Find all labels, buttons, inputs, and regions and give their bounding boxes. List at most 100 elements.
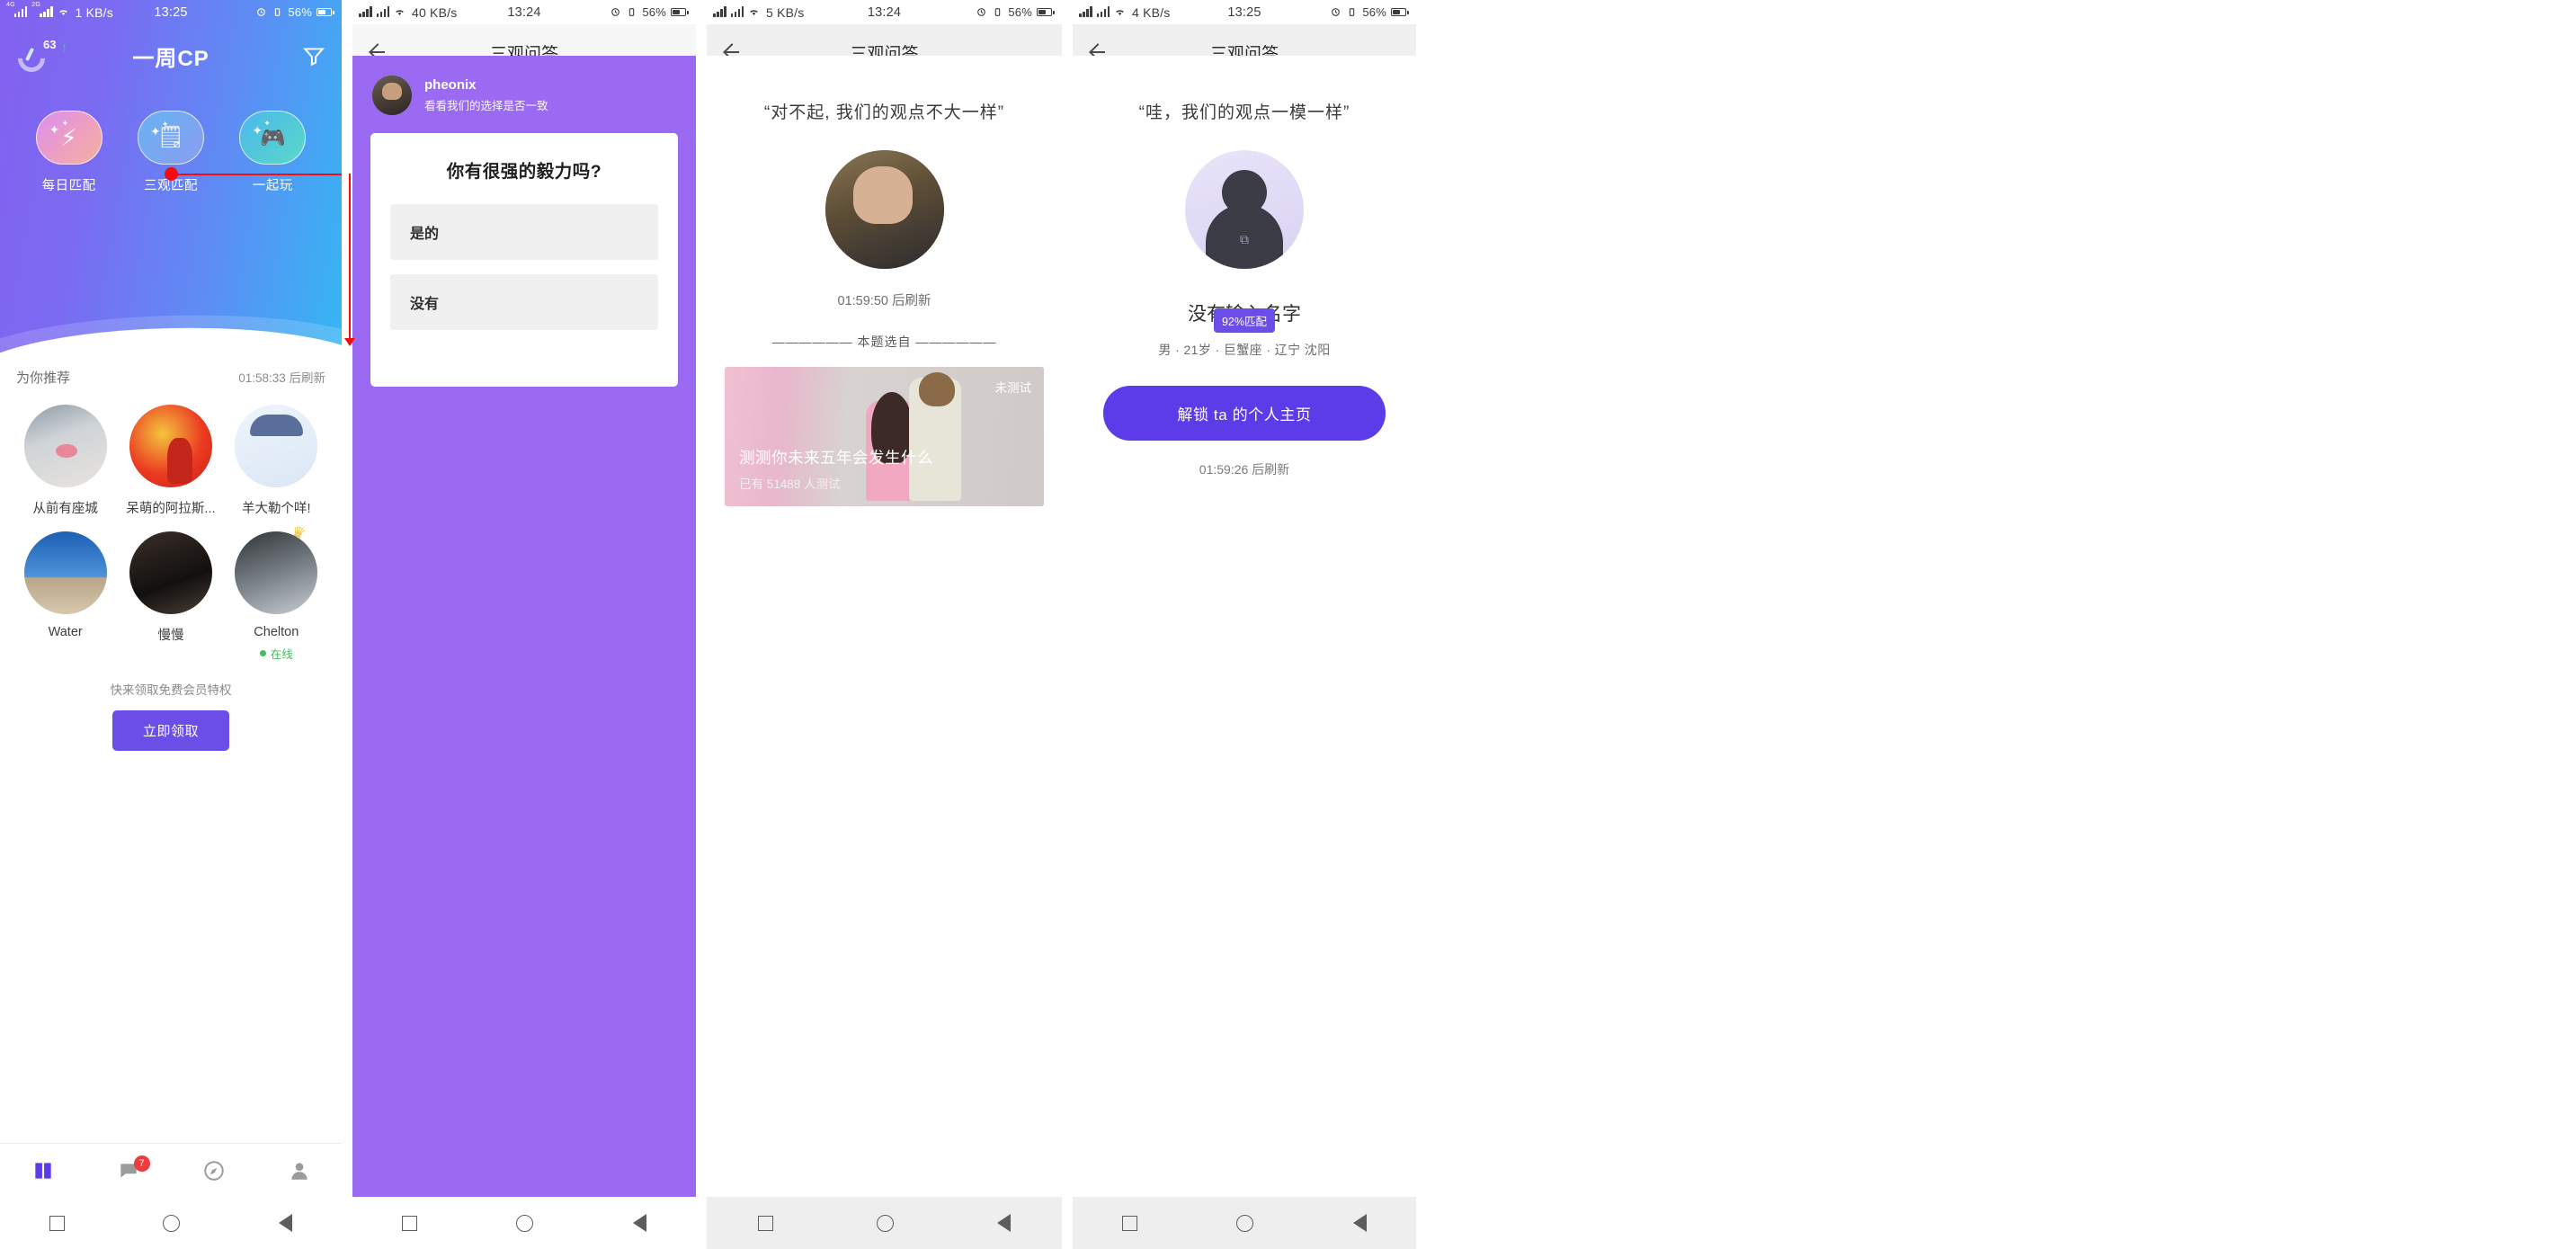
bottom-tab-bar: 7 (0, 1143, 342, 1197)
battery-percent: 56% (642, 5, 666, 19)
banner-title: 测测你未来五年会发生什么 (739, 449, 933, 467)
avatar[interactable] (23, 531, 107, 614)
vibrate-icon (275, 8, 281, 16)
annotation-arrow (344, 338, 355, 346)
annotation-line-horizontal (171, 174, 342, 175)
book-icon (34, 1162, 51, 1179)
screenshot-stage: 4G 2G 1 KB/s 13:25 56% 63 ↑ 一周CP ✦ ✦ ⚡ 每… (0, 0, 2576, 1249)
banner-tag: 未测试 (994, 381, 1032, 395)
avatar[interactable] (235, 405, 318, 487)
recommend-header: 为你推荐 01:58:33 后刷新 (0, 355, 342, 387)
list-item[interactable]: 从前有座城 (13, 396, 118, 517)
option-no[interactable]: 没有 (390, 274, 658, 330)
online-label: 在线 (270, 648, 293, 661)
panel-divider (1062, 0, 1073, 1249)
match-title: “哇，我们的观点一模一样” (1138, 103, 1350, 122)
question-content: pheonix 看看我们的选择是否一致 你有很强的毅力吗? 是的 没有 (352, 56, 696, 1197)
status-right: 56% (610, 5, 689, 19)
tab-discover[interactable] (171, 1159, 256, 1182)
avatar[interactable] (129, 531, 212, 614)
promo-text: 快来领取免费会员特权 (110, 683, 232, 697)
test-banner[interactable]: 未测试 测测你未来五年会发生什么 已有 51488 人测试 (725, 367, 1044, 506)
status-right: 56% (976, 5, 1055, 19)
battery-percent: 56% (288, 5, 312, 19)
circle-icon[interactable] (163, 1214, 181, 1232)
triangle-back-icon[interactable] (996, 1214, 1011, 1232)
page-title: 一周CP (132, 46, 209, 71)
list-item[interactable]: 慢慢 (118, 522, 223, 662)
avatar[interactable] (129, 405, 212, 487)
square-icon[interactable] (402, 1215, 418, 1231)
gamepad-icon: ✦ ✦ 🎮 (239, 111, 307, 165)
triangle-back-icon[interactable] (279, 1214, 293, 1232)
annotation-dot (165, 167, 178, 181)
avatar[interactable]: ⧉ (1185, 150, 1304, 269)
partner-row: pheonix 看看我们的选择是否一致 (352, 56, 696, 115)
result-refresh-timer: 01:59:50 后刷新 (837, 294, 931, 308)
square-icon[interactable] (1122, 1215, 1138, 1231)
status-right: 56% (255, 5, 334, 19)
android-nav-bar (707, 1197, 1062, 1249)
question-text: 你有很强的毅力吗? (446, 162, 602, 182)
avatar[interactable] (23, 405, 107, 487)
question-card: 你有很强的毅力吗? 是的 没有 (370, 133, 678, 387)
alarm-icon (977, 8, 986, 16)
list-item[interactable]: ♛ Chelton 在线 (224, 522, 329, 662)
list-item[interactable]: 羊大勒个咩! (224, 396, 329, 517)
message-badge: 7 (133, 1155, 150, 1172)
circle-icon[interactable] (516, 1214, 534, 1232)
panel-question: 40 KB/s 13:24 56% 三观问答 pheonix 看看我们的选择是否… (352, 0, 696, 1249)
match-refresh-timer: 01:59:26 后刷新 (1199, 462, 1290, 477)
android-nav-bar (0, 1197, 342, 1249)
tab-daily-match[interactable]: ✦ ✦ ⚡ 每日匹配 (24, 111, 114, 194)
person-name: 呆萌的阿拉斯... (126, 502, 216, 516)
panel-divider (696, 0, 707, 1249)
tab-values-match[interactable]: ✦ ✦ 🗒 三观匹配 (126, 111, 216, 194)
compass-icon (203, 1160, 224, 1181)
triangle-back-icon[interactable] (632, 1214, 646, 1232)
home-content: 为你推荐 01:58:33 后刷新 从前有座城 呆萌的阿拉斯... 羊大勒个咩! (0, 355, 342, 1249)
panel-home: 4G 2G 1 KB/s 13:25 56% 63 ↑ 一周CP ✦ ✦ ⚡ 每… (0, 0, 342, 1249)
avatar[interactable] (824, 150, 944, 269)
status-bar: 40 KB/s 13:24 56% (352, 0, 696, 24)
alarm-icon (1332, 8, 1341, 16)
home-app-bar: 63 ↑ 一周CP (0, 24, 342, 87)
list-item[interactable]: 呆萌的阿拉斯... (118, 396, 223, 517)
match-meta: 男 · 21岁 · 巨蟹座 · 辽宁 沈阳 (1158, 343, 1331, 357)
link-icon: ⧉ (1240, 232, 1249, 246)
vibrate-icon (995, 8, 1001, 16)
panel-result-match: 4 KB/s 13:25 56% 三观问答 “哇，我们的观点一模一样” ⧉ 92… (1073, 0, 1416, 1249)
match-content: “哇，我们的观点一模一样” ⧉ 92%匹配 没有输入名字 男 · 21岁 · 巨… (1073, 56, 1416, 1197)
circle-icon[interactable] (876, 1214, 894, 1232)
banner-subtitle: 已有 51488 人测试 (739, 477, 841, 491)
funnel-icon[interactable] (302, 44, 325, 67)
tab-profile[interactable] (256, 1159, 342, 1182)
recommend-title: 为你推荐 (16, 370, 71, 386)
membership-promo: 快来领取免费会员特权 立即领取 (0, 680, 342, 751)
avatar[interactable] (235, 531, 318, 614)
square-icon[interactable] (758, 1215, 774, 1231)
tab-messages[interactable]: 7 (85, 1155, 171, 1182)
android-nav-bar (1073, 1197, 1416, 1249)
square-icon[interactable] (49, 1215, 65, 1231)
person-name: 羊大勒个咩! (242, 502, 311, 516)
recommend-grid: 从前有座城 呆萌的阿拉斯... 羊大勒个咩! Water 慢慢 Chelton … (0, 387, 342, 667)
battery-icon (1037, 8, 1055, 16)
unlock-profile-button[interactable]: 解锁 ta 的个人主页 (1103, 386, 1386, 441)
panel-result-different: 5 KB/s 13:24 56% 三观问答 “对不起, 我们的观点不大一样” 0… (707, 0, 1062, 1249)
result-title: “对不起, 我们的观点不大一样” (763, 103, 1005, 122)
partner-subtitle: 看看我们的选择是否一致 (424, 100, 548, 112)
option-yes[interactable]: 是的 (390, 204, 658, 260)
tab-play-together[interactable]: ✦ ✦ 🎮 一起玩 (227, 111, 317, 194)
person-name: 从前有座城 (32, 502, 98, 516)
alarm-icon (611, 8, 620, 16)
list-item[interactable]: Water (13, 522, 118, 662)
tab-feed[interactable] (0, 1159, 85, 1182)
match-percent-badge: 92%匹配 (1213, 308, 1276, 333)
avatar[interactable] (372, 76, 412, 115)
status-bar: 4G 2G 1 KB/s 13:25 56% (0, 0, 342, 24)
claim-button[interactable]: 立即领取 (111, 710, 229, 751)
triangle-back-icon[interactable] (1352, 1214, 1367, 1232)
circle-icon[interactable] (1236, 1214, 1254, 1232)
battery-percent: 56% (1008, 5, 1032, 19)
